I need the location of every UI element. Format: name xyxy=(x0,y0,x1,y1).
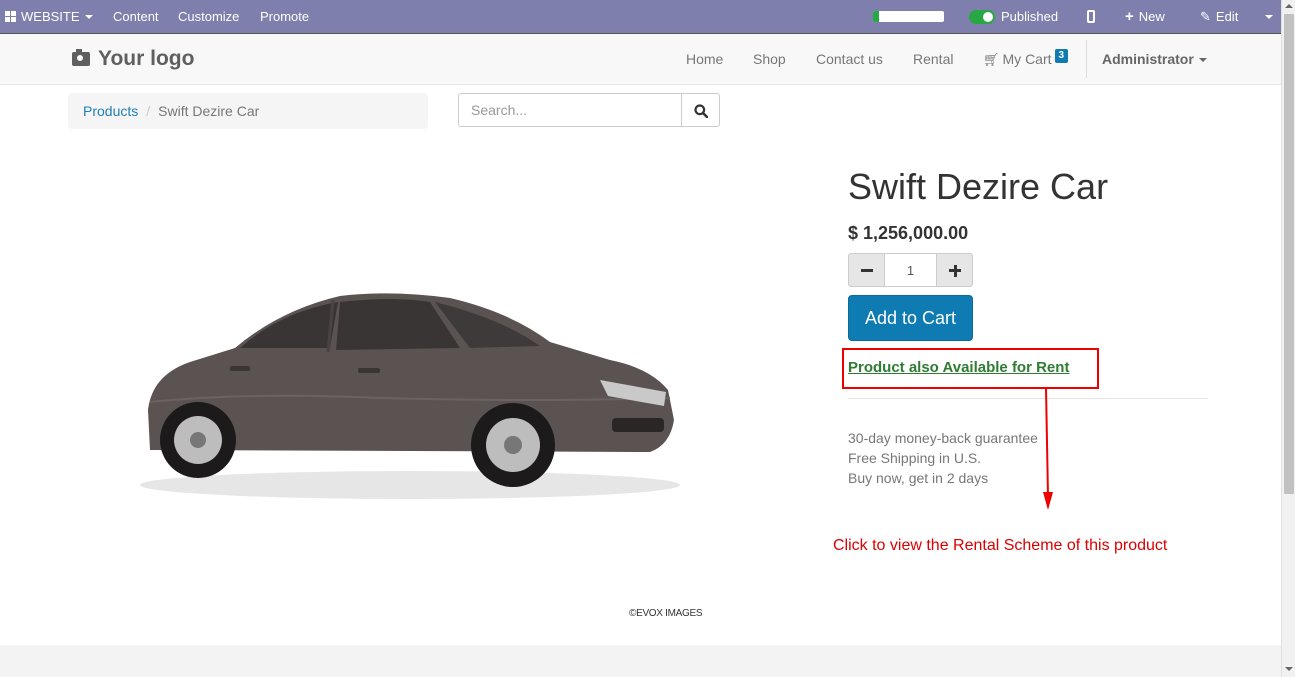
nav-my-cart[interactable]: 🛒︎ My Cart 3 xyxy=(983,34,1069,84)
caret-down-icon xyxy=(84,15,93,19)
add-to-cart-button[interactable]: Add to Cart xyxy=(848,295,973,341)
toggle-switch-icon xyxy=(969,10,995,24)
annotation-text: Click to view the Rental Scheme of this … xyxy=(833,537,1168,554)
breadcrumb-separator: / xyxy=(146,103,151,119)
quantity-increase-button[interactable] xyxy=(936,253,973,287)
terms-line: Free Shipping in U.S. xyxy=(848,450,982,466)
progress-fill xyxy=(873,11,879,22)
breadcrumb: Products / Swift Dezire Car xyxy=(68,93,428,129)
product-title: Swift Dezire Car xyxy=(848,166,1109,207)
edit-button[interactable]: ✎ Edit xyxy=(1200,0,1238,33)
caret-down-icon xyxy=(1265,15,1273,19)
breadcrumb-products-link[interactable]: Products xyxy=(83,103,138,119)
annotation-arrow-icon xyxy=(1043,388,1053,510)
nav-contact-us[interactable]: Contact us xyxy=(816,34,883,84)
new-button[interactable]: + New xyxy=(1125,0,1165,33)
site-navbar: Your logo Home Shop Contact us Rental 🛒︎… xyxy=(0,34,1281,85)
user-menu[interactable]: Administrator xyxy=(1102,34,1207,84)
search-icon xyxy=(694,104,708,118)
cart-label: My Cart xyxy=(1002,51,1052,67)
new-label: New xyxy=(1138,9,1165,24)
site-logo[interactable]: Your logo xyxy=(72,42,194,76)
quantity-input[interactable] xyxy=(884,253,937,287)
progress-bar xyxy=(873,11,944,22)
published-toggle[interactable]: Published xyxy=(969,0,1058,33)
edit-dropdown-toggle[interactable] xyxy=(1260,0,1273,33)
logo-text: Your logo xyxy=(98,47,195,70)
nav-divider xyxy=(1086,40,1087,78)
nav-home[interactable]: Home xyxy=(686,34,723,84)
product-price: $ 1,256,000.00 xyxy=(848,223,969,243)
website-menu[interactable]: WEBSITE xyxy=(5,0,93,33)
scroll-down-arrow-icon[interactable] xyxy=(1285,667,1293,671)
page-scrollbar[interactable] xyxy=(1281,0,1295,677)
rent-availability-link[interactable]: Product also Available for Rent xyxy=(848,359,1069,376)
camera-icon xyxy=(72,49,90,66)
search-input[interactable] xyxy=(458,93,682,127)
terms-line: 30-day money-back guarantee xyxy=(848,430,1038,446)
product-terms: 30-day money-back guarantee Free Shippin… xyxy=(848,428,1038,488)
menu-content[interactable]: Content xyxy=(113,0,159,33)
breadcrumb-current: Swift Dezire Car xyxy=(158,103,260,119)
mobile-icon xyxy=(1087,10,1095,23)
footer-strip xyxy=(0,645,1281,677)
mobile-preview-button[interactable] xyxy=(1087,0,1095,33)
nav-shop[interactable]: Shop xyxy=(753,34,786,84)
product-image-car xyxy=(140,293,680,499)
plus-icon: + xyxy=(1125,8,1134,25)
terms-line: Buy now, get in 2 days xyxy=(848,470,989,486)
quantity-decrease-button[interactable] xyxy=(848,253,885,287)
image-credit: ©EVOX IMAGES xyxy=(629,608,703,619)
apps-grid-icon xyxy=(5,11,17,22)
admin-bar: WEBSITE Content Customize Promote Publis… xyxy=(0,0,1281,34)
scrollbar-thumb[interactable] xyxy=(1284,14,1294,494)
published-label: Published xyxy=(1001,9,1059,24)
pencil-icon: ✎ xyxy=(1200,9,1211,24)
menu-customize[interactable]: Customize xyxy=(178,0,239,33)
search-button[interactable] xyxy=(681,93,720,127)
divider xyxy=(848,398,1208,399)
website-menu-label: WEBSITE xyxy=(21,9,80,24)
edit-label: Edit xyxy=(1215,9,1239,24)
scroll-up-arrow-icon[interactable] xyxy=(1285,4,1293,8)
nav-rental[interactable]: Rental xyxy=(913,34,953,84)
cart-icon: 🛒︎ xyxy=(983,52,1000,67)
menu-promote[interactable]: Promote xyxy=(260,0,309,33)
caret-down-icon xyxy=(1198,58,1207,62)
user-label: Administrator xyxy=(1102,51,1194,67)
cart-count-badge: 3 xyxy=(1054,49,1069,63)
